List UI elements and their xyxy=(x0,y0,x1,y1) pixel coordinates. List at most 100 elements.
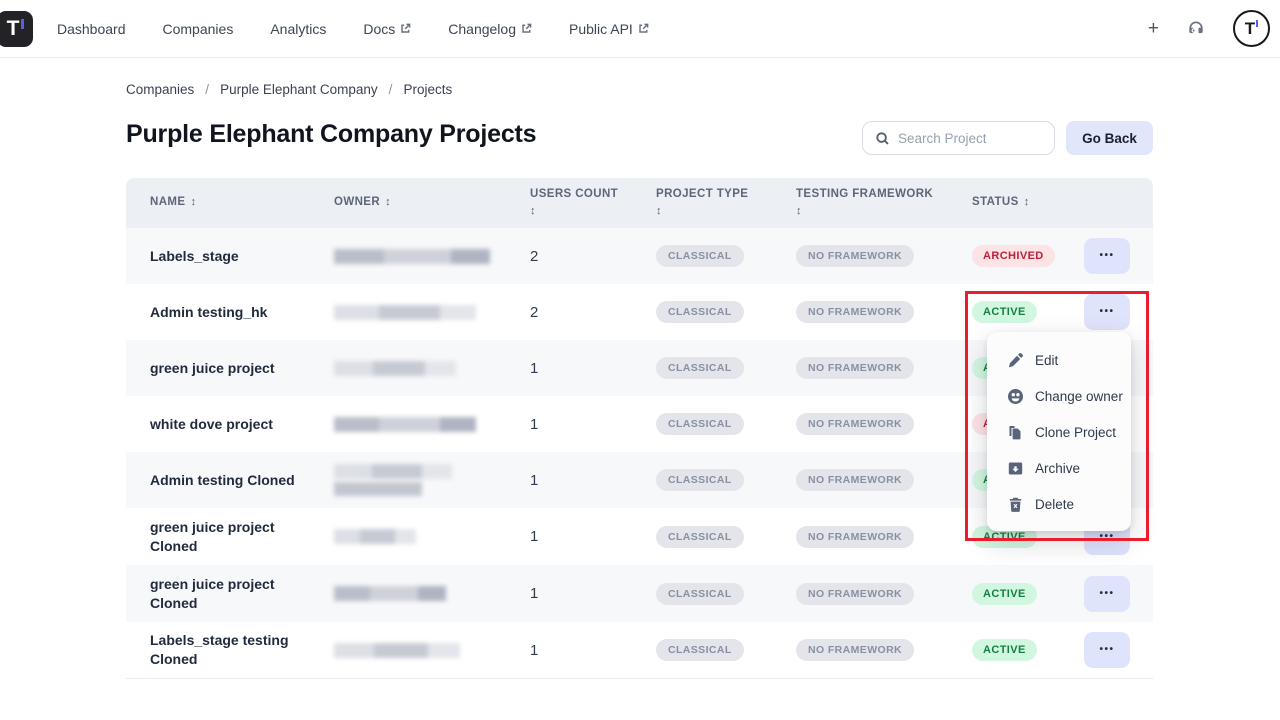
app-logo[interactable]: T xyxy=(0,11,33,47)
breadcrumb-company[interactable]: Purple Elephant Company xyxy=(220,82,378,97)
column-header-name[interactable]: NAME↕ xyxy=(126,195,310,211)
project-type-badge: CLASSICAL xyxy=(656,301,744,323)
project-name[interactable]: Admin testing_hk xyxy=(126,303,310,322)
nav-item-public-api[interactable]: Public API xyxy=(569,21,649,37)
menu-item-archive[interactable]: Archive xyxy=(987,450,1131,486)
status-badge: ACTIVE xyxy=(972,301,1037,323)
table-row: Labels_stage testing Cloned 1 CLASSICAL … xyxy=(126,622,1153,679)
search-icon xyxy=(875,131,890,146)
breadcrumb-separator: / xyxy=(389,82,393,97)
menu-item-delete[interactable]: Delete xyxy=(987,486,1131,522)
external-link-icon xyxy=(400,23,411,34)
breadcrumb-separator: / xyxy=(205,82,209,97)
users-count: 1 xyxy=(506,642,632,659)
column-header-users-count[interactable]: USERS COUNT↕ xyxy=(506,187,632,218)
page-title: Purple Elephant Company Projects xyxy=(126,120,536,149)
column-header-project-type[interactable]: PROJECT TYPE↕ xyxy=(632,187,772,218)
row-actions-button[interactable]: ••• xyxy=(1084,238,1130,274)
sort-icon: ↕ xyxy=(530,204,632,219)
support-headset-icon[interactable] xyxy=(1186,19,1206,39)
framework-badge: NO FRAMEWORK xyxy=(796,357,914,379)
logo-letter: T xyxy=(7,17,20,41)
nav-item-docs[interactable]: Docs xyxy=(363,21,411,37)
menu-item-change-owner[interactable]: Change owner xyxy=(987,378,1131,414)
framework-badge: NO FRAMEWORK xyxy=(796,639,914,661)
pencil-icon xyxy=(1007,352,1024,369)
project-name[interactable]: green juice project Cloned xyxy=(126,518,310,556)
users-count: 2 xyxy=(506,248,632,265)
nav-item-dashboard[interactable]: Dashboard xyxy=(57,21,126,37)
go-back-button[interactable]: Go Back xyxy=(1066,121,1153,155)
owner-cell xyxy=(310,361,506,376)
status-cell: ACTIVE xyxy=(948,583,1060,605)
framework-cell: NO FRAMEWORK xyxy=(772,469,948,491)
table-header: NAME↕ OWNER↕ USERS COUNT↕ PROJECT TYPE↕ … xyxy=(126,178,1153,228)
avatar-letter: T xyxy=(1245,19,1255,39)
row-actions-button-open[interactable]: ••• xyxy=(1084,294,1130,330)
owner-redacted xyxy=(334,417,476,432)
project-name[interactable]: green juice project Cloned xyxy=(126,575,310,613)
project-type-badge: CLASSICAL xyxy=(656,526,744,548)
logo-accent-tick xyxy=(21,19,24,29)
breadcrumb-companies[interactable]: Companies xyxy=(126,82,194,97)
project-type-badge: CLASSICAL xyxy=(656,245,744,267)
framework-cell: NO FRAMEWORK xyxy=(772,301,948,323)
add-button[interactable]: + xyxy=(1148,19,1159,38)
owner-redacted xyxy=(334,643,460,658)
sort-icon: ↕ xyxy=(656,204,772,219)
owner-cell xyxy=(310,643,506,658)
search-input[interactable] xyxy=(898,131,1054,146)
framework-badge: NO FRAMEWORK xyxy=(796,469,914,491)
nav-item-changelog[interactable]: Changelog xyxy=(448,21,532,37)
owner-redacted xyxy=(334,249,490,264)
owner-cell xyxy=(310,464,506,496)
row-actions-button[interactable]: ••• xyxy=(1084,576,1130,612)
sort-icon: ↕ xyxy=(385,196,391,208)
framework-cell: NO FRAMEWORK xyxy=(772,526,948,548)
table-row: green juice project Cloned 1 CLASSICAL N… xyxy=(126,565,1153,622)
owner-cell xyxy=(310,417,506,432)
column-header-testing-framework[interactable]: TESTING FRAMEWORK↕ xyxy=(772,187,948,218)
main-nav: Dashboard Companies Analytics Docs Chang… xyxy=(57,21,649,37)
owner-redacted xyxy=(334,464,452,479)
row-actions-button[interactable]: ••• xyxy=(1084,632,1130,668)
user-circle-icon xyxy=(1007,388,1024,405)
project-name[interactable]: Labels_stage testing Cloned xyxy=(126,631,310,669)
project-type-cell: CLASSICAL xyxy=(632,469,772,491)
users-count: 1 xyxy=(506,585,632,602)
status-cell: ARCHIVED xyxy=(948,245,1060,267)
breadcrumb-projects[interactable]: Projects xyxy=(403,82,452,97)
actions-cell: ••• xyxy=(1060,632,1153,668)
user-avatar[interactable]: T xyxy=(1233,10,1270,47)
page: T Dashboard Companies Analytics Docs Cha… xyxy=(0,0,1280,720)
column-header-owner[interactable]: OWNER↕ xyxy=(310,195,506,211)
project-name[interactable]: Admin testing Cloned xyxy=(126,471,310,490)
status-cell: ACTIVE xyxy=(948,639,1060,661)
status-badge: ACTIVE xyxy=(972,583,1037,605)
column-header-status[interactable]: STATUS↕ xyxy=(948,195,1060,211)
owner-redacted xyxy=(334,482,422,496)
project-type-badge: CLASSICAL xyxy=(656,583,744,605)
project-name[interactable]: green juice project xyxy=(126,359,310,378)
project-name[interactable]: Labels_stage xyxy=(126,247,310,266)
project-type-cell: CLASSICAL xyxy=(632,639,772,661)
project-name[interactable]: white dove project xyxy=(126,415,310,434)
topbar-actions: + T xyxy=(1148,10,1254,47)
users-count: 1 xyxy=(506,528,632,545)
top-navbar: T Dashboard Companies Analytics Docs Cha… xyxy=(0,0,1280,58)
framework-badge: NO FRAMEWORK xyxy=(796,413,914,435)
actions-cell: ••• xyxy=(1060,238,1153,274)
menu-item-edit[interactable]: Edit xyxy=(987,342,1131,378)
project-type-badge: CLASSICAL xyxy=(656,469,744,491)
nav-item-companies[interactable]: Companies xyxy=(163,21,234,37)
users-count: 1 xyxy=(506,360,632,377)
framework-badge: NO FRAMEWORK xyxy=(796,526,914,548)
users-count: 1 xyxy=(506,472,632,489)
nav-item-analytics[interactable]: Analytics xyxy=(270,21,326,37)
archive-icon xyxy=(1007,460,1024,477)
menu-item-clone-project[interactable]: Clone Project xyxy=(987,414,1131,450)
status-badge: ACTIVE xyxy=(972,639,1037,661)
framework-badge: NO FRAMEWORK xyxy=(796,245,914,267)
table-row: Labels_stage 2 CLASSICAL NO FRAMEWORK AR… xyxy=(126,228,1153,284)
status-badge: ARCHIVED xyxy=(972,245,1055,267)
